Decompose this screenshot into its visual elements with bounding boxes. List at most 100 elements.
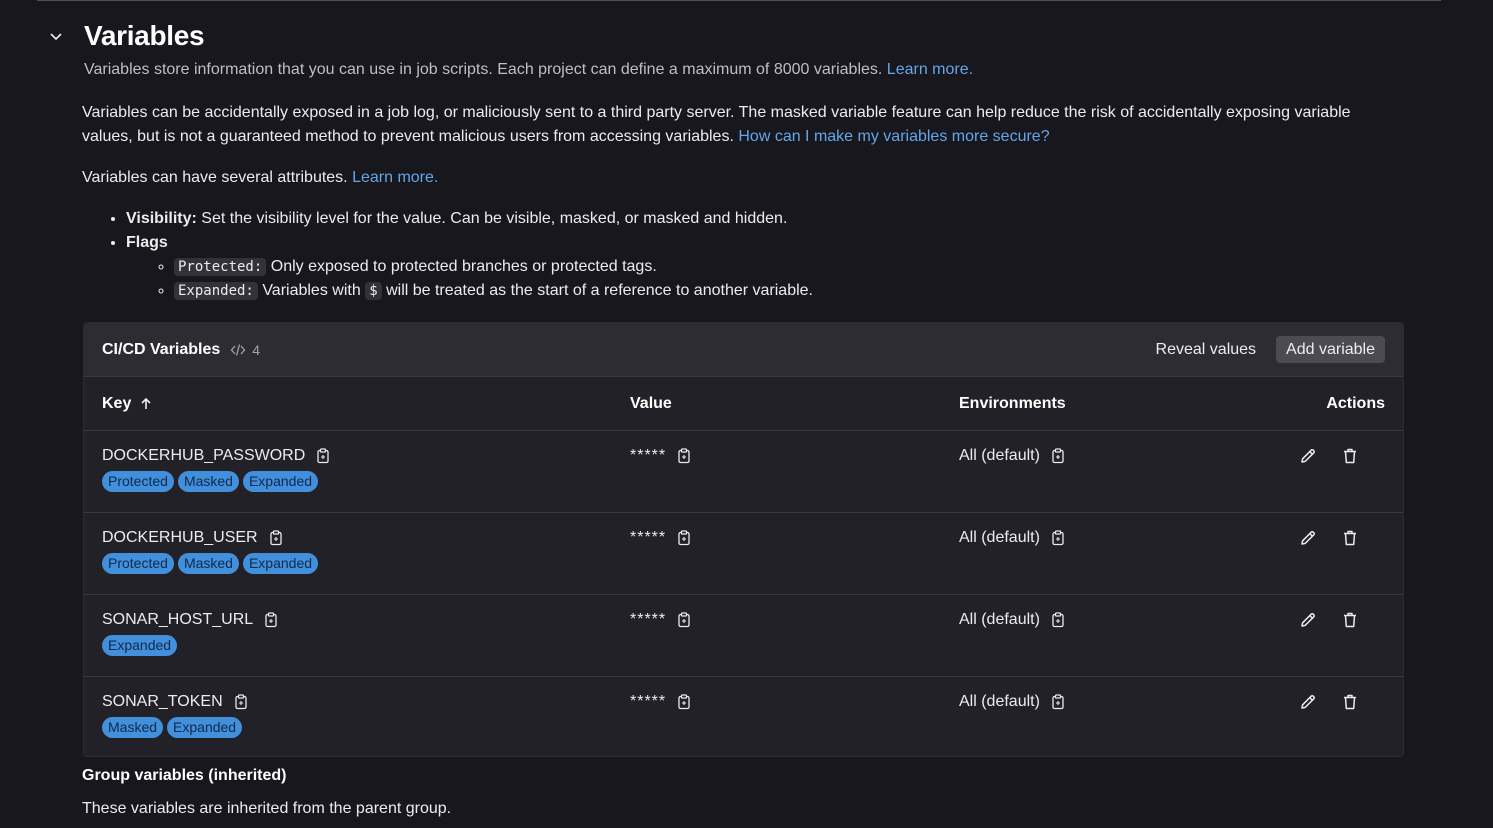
group-variables-description: These variables are inherited from the p… (82, 800, 452, 817)
actions-cell (1241, 677, 1403, 759)
copy-icon[interactable] (1050, 612, 1066, 628)
expanded-badge: Expanded (242, 553, 319, 574)
visibility-label: Visibility: (126, 210, 197, 227)
expanded-text-before: Variables with (262, 282, 361, 299)
header-actions: Reveal values Add variable (1146, 336, 1385, 363)
masked-value: ***** (630, 611, 667, 628)
table-row: DOCKERHUB_PASSWORD Protected Masked Expa… (84, 431, 1403, 513)
flags-label: Flags (126, 234, 168, 251)
key-cell: SONAR_TOKEN Masked Expanded (84, 677, 612, 759)
card-title: CI/CD Variables (102, 340, 221, 358)
attributes-learn-more-link[interactable]: Learn more. (352, 169, 438, 186)
edit-pencil-icon[interactable] (1299, 529, 1317, 547)
copy-icon[interactable] (1050, 694, 1066, 710)
sort-ascending-icon[interactable] (139, 397, 153, 411)
table-body: DOCKERHUB_PASSWORD Protected Masked Expa… (84, 431, 1403, 759)
delete-trash-icon[interactable] (1341, 447, 1359, 465)
badge-group: Expanded (102, 635, 612, 656)
copy-icon[interactable] (268, 530, 284, 546)
group-variables-title: Group variables (inherited) (82, 767, 287, 784)
section-description: Variables store information that you can… (84, 61, 973, 79)
environment-scope: All (default) (959, 693, 1040, 710)
expanded-badge: Expanded (242, 471, 319, 492)
attributes-list: Visibility: Set the visibility level for… (108, 207, 813, 303)
environment-scope: All (default) (959, 447, 1040, 464)
copy-icon[interactable] (676, 448, 692, 464)
edit-pencil-icon[interactable] (1299, 611, 1317, 629)
section-header[interactable]: Variables (46, 20, 205, 52)
secure-variables-link[interactable]: How can I make my variables more secure? (738, 128, 1049, 145)
environment-cell: All (default) (941, 513, 1241, 594)
environments-column-header: Environments (959, 394, 1066, 412)
key-header-label: Key (102, 394, 132, 412)
delete-trash-icon[interactable] (1341, 611, 1359, 629)
masked-badge: Masked (177, 471, 239, 492)
expanded-flag-item: Expanded: Variables with $ will be treat… (174, 279, 813, 303)
reveal-values-button[interactable]: Reveal values (1146, 337, 1267, 363)
badge-group: Protected Masked Expanded (102, 471, 612, 492)
table-row: SONAR_HOST_URL Expanded ***** All (defau… (84, 595, 1403, 677)
badge-group: Masked Expanded (102, 717, 612, 738)
copy-icon[interactable] (676, 612, 692, 628)
delete-trash-icon[interactable] (1341, 693, 1359, 711)
copy-icon[interactable] (233, 694, 249, 710)
environment-cell: All (default) (941, 595, 1241, 676)
protected-text: Only exposed to protected branches or pr… (270, 258, 657, 275)
key-column-header[interactable]: Key (84, 395, 612, 413)
variable-key: SONAR_HOST_URL (102, 611, 254, 628)
copy-icon[interactable] (315, 448, 331, 464)
attributes-intro: Variables can have several attributes. L… (82, 166, 438, 190)
learn-more-link[interactable]: Learn more. (887, 61, 973, 78)
add-variable-button[interactable]: Add variable (1276, 336, 1385, 363)
environment-scope: All (default) (959, 611, 1040, 628)
delete-trash-icon[interactable] (1341, 529, 1359, 547)
masked-badge: Masked (102, 717, 164, 738)
actions-cell (1241, 595, 1403, 676)
protected-flag-item: Protected: Only exposed to protected bra… (174, 255, 813, 279)
edit-pencil-icon[interactable] (1299, 447, 1317, 465)
expanded-code: Expanded: (174, 282, 258, 300)
copy-icon[interactable] (263, 612, 279, 628)
key-cell: DOCKERHUB_PASSWORD Protected Masked Expa… (84, 431, 612, 512)
top-divider (37, 0, 1441, 1)
dollar-code: $ (365, 282, 382, 300)
value-cell: ***** (612, 513, 941, 594)
expanded-badge: Expanded (102, 635, 178, 656)
edit-pencil-icon[interactable] (1299, 693, 1317, 711)
variable-key: DOCKERHUB_USER (102, 529, 258, 546)
copy-icon[interactable] (676, 694, 692, 710)
variable-count: 4 (230, 342, 260, 358)
copy-icon[interactable] (1050, 448, 1066, 464)
environment-cell: All (default) (941, 431, 1241, 512)
flags-item: Flags Protected: Only exposed to protect… (126, 231, 813, 303)
visibility-text: Set the visibility level for the value. … (201, 210, 788, 227)
copy-icon[interactable] (1050, 530, 1066, 546)
badge-group: Protected Masked Expanded (102, 553, 612, 574)
expanded-text-after: will be treated as the start of a refere… (386, 282, 813, 299)
table-header: Key Value Environments Actions (84, 377, 1403, 431)
key-cell: DOCKERHUB_USER Protected Masked Expanded (84, 513, 612, 594)
section-description-text: Variables store information that you can… (84, 61, 883, 78)
actions-cell (1241, 513, 1403, 594)
masked-value: ***** (630, 693, 667, 710)
key-cell: SONAR_HOST_URL Expanded (84, 595, 612, 676)
environment-scope: All (default) (959, 529, 1040, 546)
variable-key: SONAR_TOKEN (102, 693, 223, 710)
attributes-text: Variables can have several attributes. (82, 169, 348, 186)
variable-key: DOCKERHUB_PASSWORD (102, 447, 306, 464)
table-row: DOCKERHUB_USER Protected Masked Expanded… (84, 513, 1403, 595)
code-icon (230, 343, 246, 356)
chevron-down-icon[interactable] (46, 26, 66, 46)
flags-list: Protected: Only exposed to protected bra… (156, 255, 813, 303)
section-title: Variables (84, 20, 205, 51)
variables-card: CI/CD Variables 4 Reveal values Add vari… (83, 322, 1404, 757)
masked-value: ***** (630, 447, 667, 464)
visibility-item: Visibility: Set the visibility level for… (126, 207, 813, 231)
protected-badge: Protected (102, 471, 174, 492)
value-cell: ***** (612, 595, 941, 676)
protected-badge: Protected (102, 553, 174, 574)
environment-cell: All (default) (941, 677, 1241, 759)
copy-icon[interactable] (676, 530, 692, 546)
protected-code: Protected: (174, 258, 267, 276)
value-cell: ***** (612, 677, 941, 759)
